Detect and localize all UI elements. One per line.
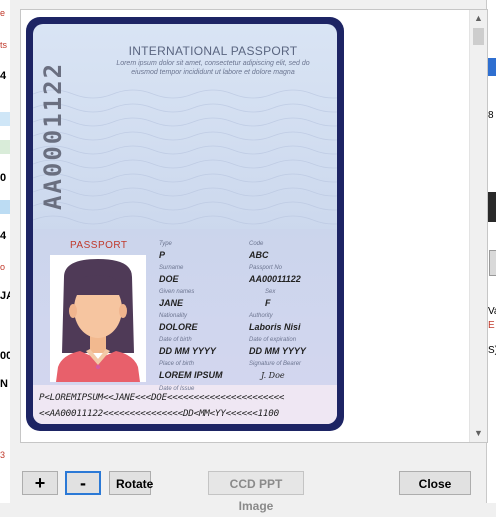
type-label: Type [159,241,172,247]
type-value: P [159,250,166,260]
ccd-ppt-image-button[interactable]: CCD PPT Image [208,471,304,513]
scroll-up-arrow-icon[interactable]: ▲ [470,10,487,27]
sex-value: F [265,298,271,308]
passport-image: INTERNATIONAL PASSPORT Lorem ipsum dolor… [26,17,344,431]
passport-no-label: Passport No [249,265,283,271]
rotate-button[interactable]: Rotate [109,471,153,495]
dob-value: DD MM YYYY [159,346,216,356]
image-viewer[interactable]: INTERNATIONAL PASSPORT Lorem ipsum dolor… [20,9,488,443]
bg-row [0,112,10,126]
document-subtitle-line: eiusmod tempor incididunt ut labore et d… [131,69,295,76]
surname-value: DOE [159,274,179,284]
given-names-value: JANE [159,298,184,308]
bg-fragment: N [0,378,8,390]
nationality-value: DOLORE [159,322,198,332]
authority-label: Authority [249,313,273,319]
bg-row [0,140,10,154]
vertical-scrollbar[interactable]: ▲ ▼ [469,10,487,442]
bg-fragment: S) [488,345,496,356]
bg-dark-block [487,192,496,222]
scrollbar-thumb[interactable] [473,28,484,45]
scroll-down-arrow-icon[interactable]: ▼ [470,425,487,442]
bg-fragment: 8 [488,110,494,121]
bg-row [0,200,10,214]
bg-fragment: Va [488,306,496,317]
dob-label: Date of birth [159,337,192,343]
passport-label: PASSPORT [70,240,128,251]
bg-fragment: 3 [0,450,6,460]
document-subtitle: Lorem ipsum dolor sit amet, consectetur … [113,59,313,77]
pob-label: Place of birth [159,361,195,367]
bg-fragment: ts [0,40,8,50]
mrz-line-1: P<LOREMIPSUM<<JANE<<<DOE<<<<<<<<<<<<<<<<… [39,392,285,403]
woman-avatar-icon [50,255,146,382]
bg-blue-block [488,58,496,76]
zoom-in-button[interactable]: + [22,471,58,495]
zoom-out-button[interactable]: - [65,471,101,495]
authority-value: Laboris Nisi [249,322,301,332]
bg-control [489,250,496,276]
mrz-line-2: <<AA00011122<<<<<<<<<<<<<<<DD<MM<YY<<<<<… [39,408,279,419]
doe-value: DD MM YYYY [249,346,306,356]
code-label: Code [249,241,264,247]
passport-page: INTERNATIONAL PASSPORT Lorem ipsum dolor… [33,24,337,424]
surname-label: Surname [159,265,184,271]
given-names-label: Given names [159,289,195,295]
passport-image-dialog: INTERNATIONAL PASSPORT Lorem ipsum dolor… [10,0,488,513]
close-button[interactable]: Close [399,471,471,495]
bg-fragment: e [0,8,6,18]
signature-label: Signature of Bearer [249,361,302,367]
nationality-label: Nationality [159,313,188,319]
code-value: ABC [249,250,269,260]
pob-value: LOREM IPSUM [159,370,223,380]
passport-no-value: AA00011122 [249,274,301,284]
document-title: INTERNATIONAL PASSPORT [128,44,298,58]
doi-label: Date of Issue [159,386,195,392]
signature-value: J. Doe [261,371,285,380]
bg-fragment: E [488,320,495,331]
bg-fragment: 4 [0,230,7,242]
bg-fragment: 0 [0,172,7,184]
holder-photo [50,255,146,382]
sex-label: Sex [265,289,276,295]
doe-label: Date of expiration [249,337,297,343]
vertical-document-number: AA0001122 [39,61,67,210]
bg-fragment: o [0,262,6,272]
document-subtitle-line: Lorem ipsum dolor sit amet, consectetur … [116,60,310,67]
bg-fragment: 4 [0,70,7,82]
